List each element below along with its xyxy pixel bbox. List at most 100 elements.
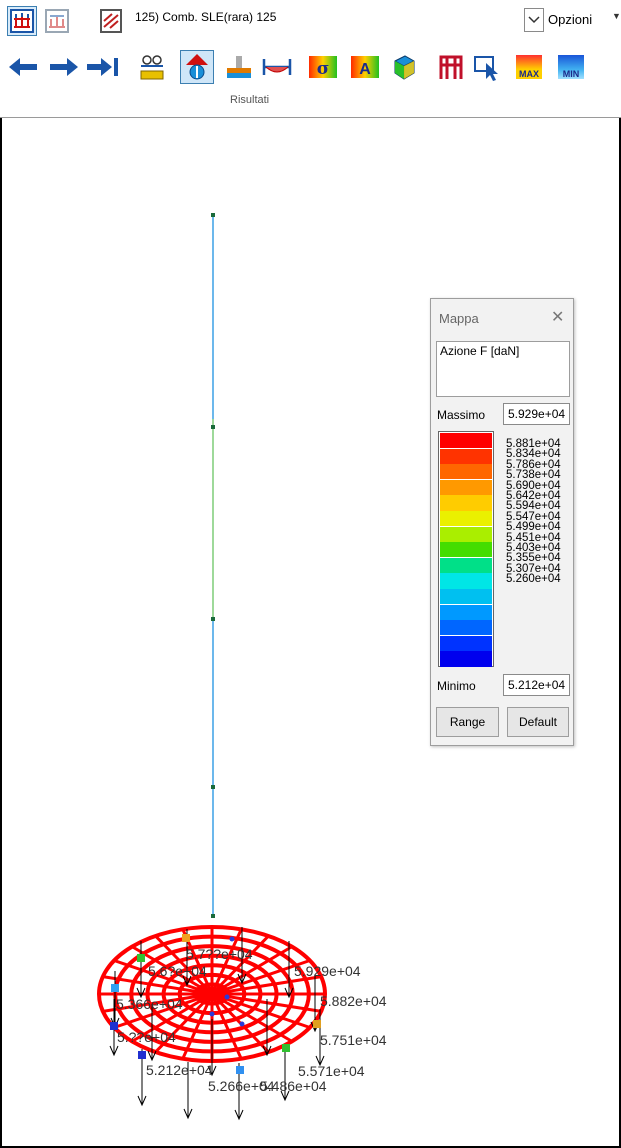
- deformed-shape-icon: [186, 54, 208, 80]
- foundation-button[interactable]: [222, 50, 256, 84]
- ribbon-toolbar: 125) Comb. SLE(rara) 125 Opzioni ▼ σ A M…: [0, 0, 621, 118]
- stress-map-button[interactable]: σ: [306, 50, 340, 84]
- color-map-panel[interactable]: Mappa ✕ Azione F [daN] Massimo 5.929e+04…: [430, 298, 574, 746]
- color-scale-cell: [440, 589, 492, 605]
- frame-icon: [439, 55, 463, 79]
- beam-diagram-icon: [262, 59, 292, 75]
- reactions-button[interactable]: [135, 50, 169, 84]
- result-node: [182, 934, 190, 942]
- color-scale-cell: [440, 433, 492, 449]
- structure-view-icon: [10, 9, 34, 33]
- ribbon-top-row: 125) Comb. SLE(rara) 125 Opzioni ▼: [0, 0, 621, 40]
- svg-text:MIN: MIN: [563, 69, 580, 79]
- max-label: Massimo: [437, 408, 486, 422]
- color-scale-bar: [438, 431, 494, 667]
- result-node: [138, 1051, 146, 1059]
- min-icon: MIN: [558, 55, 584, 79]
- structure-view-button[interactable]: [7, 6, 37, 36]
- node: [211, 617, 215, 621]
- result-node: [236, 1066, 244, 1074]
- color-scale-cell: [440, 620, 492, 636]
- a-value-icon: A: [351, 56, 379, 78]
- quantity-description: Azione F [daN]: [436, 341, 570, 397]
- inner-node: [209, 1011, 215, 1017]
- color-scale-values: 5.881e+04 5.834e+04 5.786e+04 5.738e+04 5.69…: [506, 438, 561, 586]
- color-scale-cell: [440, 635, 492, 651]
- previous-button[interactable]: [6, 50, 40, 84]
- result-label: 5.929e+04: [294, 963, 361, 979]
- node: [211, 425, 215, 429]
- result-label: 5.6?e+04: [148, 963, 207, 979]
- frame-view-button[interactable]: [434, 50, 468, 84]
- color-scale-cell: [440, 495, 492, 511]
- solid-view-icon: [394, 55, 415, 80]
- node: [211, 785, 215, 789]
- default-button[interactable]: Default: [507, 707, 569, 737]
- color-scale-cell: [440, 526, 492, 542]
- results-view-button[interactable]: [98, 6, 124, 36]
- results-toolbar: σ A MAX MIN: [0, 50, 621, 86]
- color-scale-cell: [440, 604, 492, 620]
- area-map-button[interactable]: A: [348, 50, 382, 84]
- inner-node: [229, 936, 235, 942]
- options-menu[interactable]: Opzioni: [548, 12, 592, 27]
- loads-view-icon: [45, 9, 69, 33]
- arrow-right-icon: [50, 58, 78, 76]
- color-scale-cell: [440, 479, 492, 495]
- max-value-field[interactable]: 5.929e+04: [503, 403, 570, 425]
- reactions-icon: [140, 55, 164, 80]
- result-node: [111, 984, 119, 992]
- svg-text:MAX: MAX: [519, 69, 539, 79]
- color-scale-cell: [440, 557, 492, 573]
- result-node: [313, 1020, 321, 1028]
- result-label: 5.??e+04: [117, 1029, 176, 1045]
- result-label: 5.212e+04: [146, 1062, 213, 1078]
- result-label: 5.486e+04: [260, 1078, 327, 1094]
- inspect-button[interactable]: [470, 50, 504, 84]
- color-scale-cell: [440, 542, 492, 558]
- min-label: Minimo: [437, 679, 476, 693]
- arrow-left-icon: [9, 58, 37, 76]
- max-icon: MAX: [516, 55, 542, 79]
- color-scale-cell: [440, 511, 492, 527]
- last-button[interactable]: [86, 50, 120, 84]
- loads-view-button[interactable]: [42, 6, 72, 36]
- inner-node: [239, 1021, 245, 1027]
- result-node: [137, 954, 145, 962]
- result-label: 5.366e+04: [116, 996, 183, 1012]
- color-scale-cell: [440, 448, 492, 464]
- inner-node: [224, 994, 230, 1000]
- result-label: 5.7??e+04: [186, 946, 253, 962]
- next-button[interactable]: [47, 50, 81, 84]
- result-label: 5.571e+04: [298, 1063, 365, 1079]
- min-value-field[interactable]: 5.212e+04: [503, 674, 570, 696]
- max-value-button[interactable]: MAX: [512, 50, 546, 84]
- range-button[interactable]: Range: [436, 707, 499, 737]
- results-group-label: Risultati: [230, 94, 270, 106]
- inspect-cursor-icon: [474, 56, 498, 81]
- combination-label: 125) Comb. SLE(rara) 125: [135, 10, 277, 24]
- combination-dropdown[interactable]: [524, 8, 544, 32]
- color-scale-cell: [440, 464, 492, 480]
- svg-text:A: A: [359, 61, 371, 78]
- beam-diagram-button[interactable]: [260, 50, 294, 84]
- result-label: 5.882e+04: [320, 993, 387, 1009]
- sigma-stress-icon: σ: [309, 56, 337, 79]
- panel-title: Mappa: [439, 311, 479, 326]
- color-scale-cell: [440, 573, 492, 589]
- result-label: 5.751e+04: [320, 1032, 387, 1048]
- node: [211, 213, 215, 217]
- results-view-icon: [100, 9, 122, 33]
- min-value-button[interactable]: MIN: [554, 50, 588, 84]
- node: [211, 914, 215, 918]
- arrow-step-right-icon: [87, 58, 118, 76]
- color-scale-cell: [440, 651, 492, 667]
- color-scale-value: 5.260e+04: [506, 573, 561, 586]
- deformed-shape-button[interactable]: [180, 50, 214, 84]
- close-icon[interactable]: ✕: [551, 307, 564, 327]
- svg-text:σ: σ: [317, 59, 330, 79]
- result-node: [282, 1044, 290, 1052]
- options-caret-icon: ▼: [612, 11, 621, 21]
- foundation-icon: [227, 56, 251, 78]
- solid-view-button[interactable]: [386, 50, 420, 84]
